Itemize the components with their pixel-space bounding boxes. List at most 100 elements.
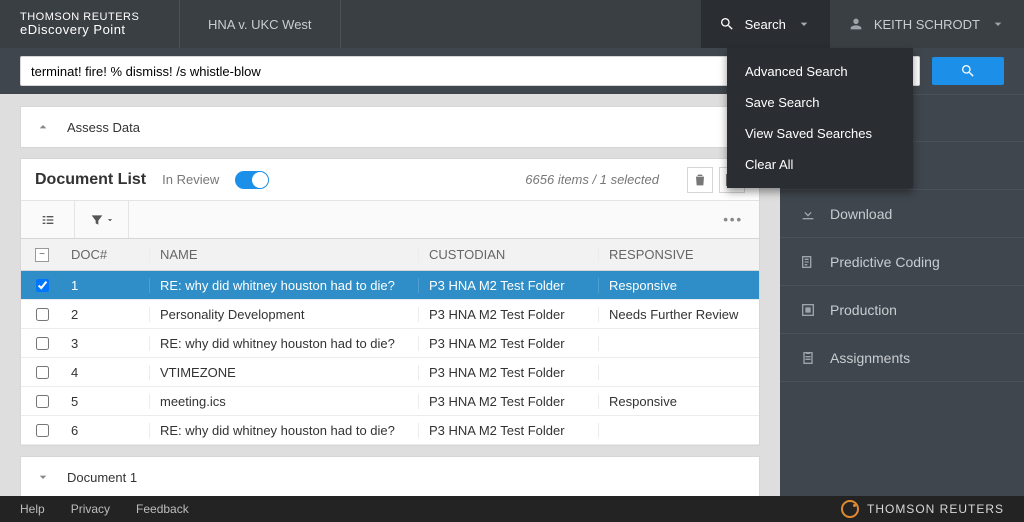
row-checkbox[interactable] — [36, 424, 49, 437]
more-actions[interactable]: ••• — [707, 212, 759, 227]
sidebar-item-assignments[interactable]: Assignments — [780, 334, 1024, 382]
cell-name: Personality Development — [149, 307, 419, 322]
cell-custodian: P3 HNA M2 Test Folder — [419, 365, 599, 380]
search-label: Search — [745, 17, 786, 32]
brand: THOMSON REUTERS eDiscovery Point — [0, 0, 180, 48]
table-row[interactable]: 5 meeting.ics P3 HNA M2 Test Folder Resp… — [21, 387, 759, 416]
brand-line2: eDiscovery Point — [20, 23, 139, 37]
footer-company-text: THOMSON REUTERS — [867, 502, 1004, 516]
cell-name: meeting.ics — [149, 394, 419, 409]
doclist-header: Document List In Review 6656 items / 1 s… — [21, 159, 759, 201]
filter-icon — [89, 212, 105, 228]
search-dropdown-trigger[interactable]: Search — [701, 0, 830, 48]
sidebar-item-download[interactable]: Download — [780, 190, 1024, 238]
sidebar-item-label: Assignments — [830, 350, 910, 366]
download-icon — [800, 206, 816, 222]
col-header-custodian[interactable]: CUSTODIAN — [419, 247, 599, 262]
select-all-checkbox[interactable]: − — [35, 248, 49, 262]
cell-custodian: P3 HNA M2 Test Folder — [419, 423, 599, 438]
trash-icon — [692, 172, 708, 188]
footer-privacy[interactable]: Privacy — [71, 502, 110, 516]
doclist-count: 6656 items / 1 selected — [525, 172, 659, 187]
cell-doc: 1 — [63, 278, 149, 293]
document-list-panel: Document List In Review 6656 items / 1 s… — [20, 158, 760, 446]
sidebar-item-predictive-coding[interactable]: Predictive Coding — [780, 238, 1024, 286]
cell-doc: 3 — [63, 336, 149, 351]
document-table: − DOC# NAME CUSTODIAN RESPONSIVE 1 RE: w… — [21, 239, 759, 445]
cell-name: RE: why did whitney houston had to die? — [149, 278, 419, 293]
cell-custodian: P3 HNA M2 Test Folder — [419, 307, 599, 322]
sidebar-item-label: Download — [830, 206, 892, 222]
table-row[interactable]: 3 RE: why did whitney houston had to die… — [21, 329, 759, 358]
production-icon — [800, 302, 816, 318]
assess-data-bar[interactable]: Assess Data — [20, 106, 760, 148]
spacer — [341, 0, 701, 48]
table-row[interactable]: 1 RE: why did whitney houston had to die… — [21, 271, 759, 300]
document-footer-bar[interactable]: Document 1 — [20, 456, 760, 496]
cell-doc: 2 — [63, 307, 149, 322]
cell-doc: 6 — [63, 423, 149, 438]
search-icon — [960, 63, 976, 79]
table-row[interactable]: 4 VTIMEZONE P3 HNA M2 Test Folder — [21, 358, 759, 387]
doclist-title: Document List — [35, 171, 146, 189]
arrow-down-icon — [35, 469, 51, 485]
delete-button[interactable] — [687, 167, 713, 193]
doclist-subbar: ••• — [21, 201, 759, 239]
chevron-down-icon — [796, 16, 812, 32]
doclist-status: In Review — [162, 172, 219, 187]
assignments-icon — [800, 350, 816, 366]
footer-help[interactable]: Help — [20, 502, 45, 516]
matter-name[interactable]: HNA v. UKC West — [180, 0, 341, 48]
footer: Help Privacy Feedback THOMSON REUTERS — [0, 496, 1024, 522]
table-header-row: − DOC# NAME CUSTODIAN RESPONSIVE — [21, 239, 759, 271]
col-header-doc[interactable]: DOC# — [63, 247, 149, 262]
table-row[interactable]: 2 Personality Development P3 HNA M2 Test… — [21, 300, 759, 329]
sidebar-item-production[interactable]: Production — [780, 286, 1024, 334]
row-checkbox[interactable] — [36, 308, 49, 321]
cell-doc: 5 — [63, 394, 149, 409]
footer-feedback[interactable]: Feedback — [136, 502, 189, 516]
sidebar-item-label: Predictive Coding — [830, 254, 940, 270]
arrow-up-icon — [35, 119, 51, 135]
cell-name: RE: why did whitney houston had to die? — [149, 336, 419, 351]
cell-responsive: Needs Further Review — [599, 307, 759, 322]
user-icon — [848, 16, 864, 32]
cell-custodian: P3 HNA M2 Test Folder — [419, 278, 599, 293]
cell-responsive: Responsive — [599, 394, 759, 409]
chevron-down-icon — [990, 16, 1006, 32]
menu-advanced-search[interactable]: Advanced Search — [727, 56, 913, 87]
predictive-coding-icon — [800, 254, 816, 270]
sidebar-item-label: Production — [830, 302, 897, 318]
menu-view-saved-searches[interactable]: View Saved Searches — [727, 118, 913, 149]
row-checkbox[interactable] — [36, 337, 49, 350]
menu-clear-all[interactable]: Clear All — [727, 149, 913, 180]
table-row[interactable]: 6 RE: why did whitney houston had to die… — [21, 416, 759, 445]
document-footer-label: Document 1 — [67, 470, 137, 485]
brand-text: THOMSON REUTERS eDiscovery Point — [20, 11, 139, 37]
col-header-responsive[interactable]: RESPONSIVE — [599, 247, 759, 262]
filter-button[interactable] — [75, 201, 129, 238]
row-checkbox[interactable] — [36, 279, 49, 292]
search-dropdown-menu: Advanced Search Save Search View Saved S… — [727, 48, 913, 188]
cell-name: RE: why did whitney houston had to die? — [149, 423, 419, 438]
thomson-reuters-logo-icon — [841, 500, 859, 518]
user-menu[interactable]: KEITH SCHRODT — [830, 0, 1024, 48]
cell-custodian: P3 HNA M2 Test Folder — [419, 336, 599, 351]
left-pane: Assess Data Document List In Review 6656… — [0, 94, 780, 496]
row-checkbox[interactable] — [36, 366, 49, 379]
search-icon — [719, 16, 735, 32]
cell-doc: 4 — [63, 365, 149, 380]
col-header-name[interactable]: NAME — [149, 247, 419, 262]
search-button[interactable] — [932, 57, 1004, 85]
cell-name: VTIMEZONE — [149, 365, 419, 380]
footer-company: THOMSON REUTERS — [841, 500, 1004, 518]
review-toggle[interactable] — [235, 171, 269, 189]
cell-custodian: P3 HNA M2 Test Folder — [419, 394, 599, 409]
outline-toggle[interactable] — [21, 201, 75, 238]
menu-save-search[interactable]: Save Search — [727, 87, 913, 118]
row-checkbox[interactable] — [36, 395, 49, 408]
user-name: KEITH SCHRODT — [874, 17, 980, 32]
assess-label: Assess Data — [67, 120, 140, 135]
chevron-down-icon — [105, 215, 115, 225]
list-icon — [40, 212, 56, 228]
